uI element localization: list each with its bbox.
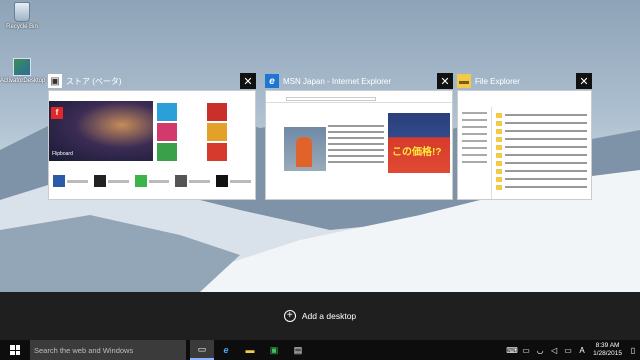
clock[interactable]: 8:39 AM 1/28/2015 (589, 342, 626, 358)
ie-icon: e (265, 74, 279, 88)
notifications-icon[interactable]: ▭ (561, 346, 575, 355)
store-app-tiles (153, 101, 255, 161)
ie-icon: e (223, 345, 229, 355)
folder-icon: ▬ (245, 345, 255, 355)
search-box[interactable]: Search the web and Windows (30, 340, 186, 360)
taskbar-store[interactable]: ▣ (262, 340, 286, 360)
clock-date: 1/28/2015 (593, 350, 622, 357)
window-thumbnail-explorer[interactable]: ▬ File Explorer ✕ (457, 72, 592, 200)
thumbnail-preview: この価格!? (265, 90, 453, 200)
taskbar-file-explorer[interactable]: ▬ (238, 340, 262, 360)
flipboard-icon: f (51, 107, 63, 119)
clock-time: 8:39 AM (595, 342, 620, 349)
battery-icon[interactable]: ▭ (519, 346, 533, 355)
task-view-button[interactable]: ▭ (190, 340, 214, 360)
add-desktop-button[interactable]: Add a desktop (302, 311, 356, 321)
hero-caption: Flipboard (52, 151, 73, 157)
desktops-bar: + Add a desktop (0, 292, 640, 340)
plus-circle-icon[interactable]: + (283, 310, 296, 322)
volume-icon[interactable]: ◁ (547, 346, 561, 355)
close-button[interactable]: ✕ (576, 73, 592, 89)
system-tray: ⌨ ▭ ◡ ◁ ▭ A 8:39 AM 1/28/2015 ▯ (505, 340, 640, 360)
news-photo (284, 127, 326, 171)
window-thumbnail-ie[interactable]: e MSN Japan - Internet Explorer ✕ この価格!? (265, 72, 453, 200)
task-view-icon: ▭ (197, 343, 207, 354)
address-bar (266, 95, 452, 103)
store-app-row (53, 169, 251, 193)
ad-text: この価格!? (392, 147, 442, 158)
keyboard-icon[interactable]: ⌨ (505, 346, 519, 355)
thumbnail-header: ▣ ストア (ベータ) ✕ (48, 72, 256, 90)
store-hero-banner: f Flipboard (49, 101, 153, 161)
thumbnail-preview (457, 90, 592, 200)
window-title: File Explorer (475, 76, 520, 86)
close-button[interactable]: ✕ (240, 73, 256, 89)
window-thumbnail-store[interactable]: ▣ ストア (ベータ) ✕ f Flipboard (48, 72, 256, 200)
task-view: ▣ ストア (ベータ) ✕ f Flipboard e MSN Japan - … (0, 0, 640, 292)
news-headlines (328, 125, 384, 167)
store-icon: ▣ (269, 344, 279, 355)
thumbnail-header: e MSN Japan - Internet Explorer ✕ (265, 72, 453, 90)
network-icon[interactable]: ◡ (533, 346, 547, 355)
ad-banner: この価格!? (388, 113, 450, 173)
ime-indicator[interactable]: A (575, 346, 589, 355)
folder-icon: ▬ (457, 74, 471, 88)
store-icon: ▣ (48, 74, 62, 88)
window-title: MSN Japan - Internet Explorer (283, 76, 392, 86)
windows-logo-icon (10, 345, 20, 355)
taskbar-store-beta[interactable]: ▤ (286, 340, 310, 360)
store-bag-icon: ▤ (293, 344, 303, 355)
window-title: ストア (ベータ) (66, 76, 122, 86)
start-button[interactable] (0, 340, 30, 360)
navigation-pane (458, 107, 492, 199)
action-center-icon[interactable]: ▯ (626, 346, 640, 355)
thumbnail-header: ▬ File Explorer ✕ (457, 72, 592, 90)
close-button[interactable]: ✕ (437, 73, 453, 89)
thumbnail-preview: f Flipboard (48, 90, 256, 200)
taskbar: Search the web and Windows ▭ e ▬ ▣ ▤ ⌨ ▭… (0, 340, 640, 360)
taskbar-internet-explorer[interactable]: e (214, 340, 238, 360)
folder-list (496, 111, 587, 191)
